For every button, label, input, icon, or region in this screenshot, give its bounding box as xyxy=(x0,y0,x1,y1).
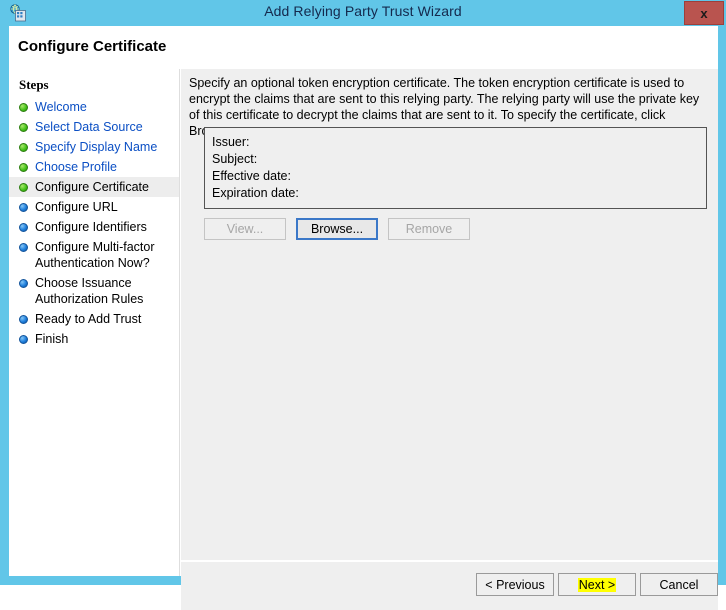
sidebar-item-label: Configure Multi-factor Authentication No… xyxy=(35,240,155,270)
sidebar-item-finish[interactable]: Finish xyxy=(9,329,179,349)
content-panel: Specify an optional token encryption cer… xyxy=(181,69,718,560)
step-bullet-icon xyxy=(19,315,28,324)
sidebar-item-configure-certificate[interactable]: Configure Certificate xyxy=(9,177,179,197)
sidebar-item-configure-url[interactable]: Configure URL xyxy=(9,197,179,217)
sidebar-item-welcome[interactable]: Welcome xyxy=(9,97,179,117)
step-bullet-icon xyxy=(19,279,28,288)
sidebar-item-label: Configure Certificate xyxy=(35,180,149,194)
page-header: Configure Certificate xyxy=(9,26,718,69)
certificate-field-subject: Subject: xyxy=(212,152,257,166)
sidebar-item-label: Welcome xyxy=(35,100,87,114)
window-title: Add Relying Party Trust Wizard xyxy=(0,3,726,19)
sidebar-item-label: Select Data Source xyxy=(35,120,143,134)
certificate-action-buttons: View... Browse... Remove xyxy=(204,218,604,240)
step-bullet-icon xyxy=(19,243,28,252)
client-area: Configure Certificate Steps Welcome Sele… xyxy=(9,26,718,576)
page-title: Configure Certificate xyxy=(18,38,166,55)
step-bullet-icon xyxy=(19,223,28,232)
sidebar-item-configure-identifiers[interactable]: Configure Identifiers xyxy=(9,217,179,237)
certificate-field-issuer: Issuer: xyxy=(212,135,250,149)
step-bullet-icon xyxy=(19,103,28,112)
step-bullet-icon xyxy=(19,143,28,152)
sidebar-item-label: Choose Profile xyxy=(35,160,117,174)
sidebar-item-configure-multifactor-authentication[interactable]: Configure Multi-factor Authentication No… xyxy=(9,237,179,273)
sidebar-item-select-data-source[interactable]: Select Data Source xyxy=(9,117,179,137)
step-bullet-icon xyxy=(19,123,28,132)
remove-button[interactable]: Remove xyxy=(388,218,470,240)
sidebar-item-label: Specify Display Name xyxy=(35,140,157,154)
sidebar-item-label: Configure Identifiers xyxy=(35,220,147,234)
wizard-window: Add Relying Party Trust Wizard x Configu… xyxy=(0,0,726,585)
step-bullet-icon xyxy=(19,335,28,344)
sidebar-item-specify-display-name[interactable]: Specify Display Name xyxy=(9,137,179,157)
sidebar-item-ready-to-add-trust[interactable]: Ready to Add Trust xyxy=(9,309,179,329)
sidebar-item-choose-profile[interactable]: Choose Profile xyxy=(9,157,179,177)
view-button[interactable]: View... xyxy=(204,218,286,240)
steps-list: Welcome Select Data Source Specify Displ… xyxy=(9,97,179,349)
step-bullet-icon xyxy=(19,163,28,172)
title-bar: Add Relying Party Trust Wizard x xyxy=(0,0,726,26)
certificate-field-effective-date: Effective date: xyxy=(212,169,291,183)
certificate-details-box: Issuer: Subject: Effective date: Expirat… xyxy=(204,127,707,209)
sidebar-item-label: Configure URL xyxy=(35,200,118,214)
sidebar-item-choose-issuance-authorization-rules[interactable]: Choose Issuance Authorization Rules xyxy=(9,273,179,309)
steps-sidebar: Steps Welcome Select Data Source Specify… xyxy=(9,69,180,576)
certificate-field-expiration-date: Expiration date: xyxy=(212,186,299,200)
step-bullet-icon xyxy=(19,183,28,192)
sidebar-item-label: Choose Issuance Authorization Rules xyxy=(35,276,143,306)
step-bullet-icon xyxy=(19,203,28,212)
sidebar-item-label: Finish xyxy=(35,332,68,346)
sidebar-item-label: Ready to Add Trust xyxy=(35,312,141,326)
wizard-footer: < Previous Next > Cancel xyxy=(181,562,718,610)
browse-button[interactable]: Browse... xyxy=(296,218,378,240)
steps-heading: Steps xyxy=(19,77,49,93)
close-icon[interactable]: x xyxy=(684,1,724,25)
